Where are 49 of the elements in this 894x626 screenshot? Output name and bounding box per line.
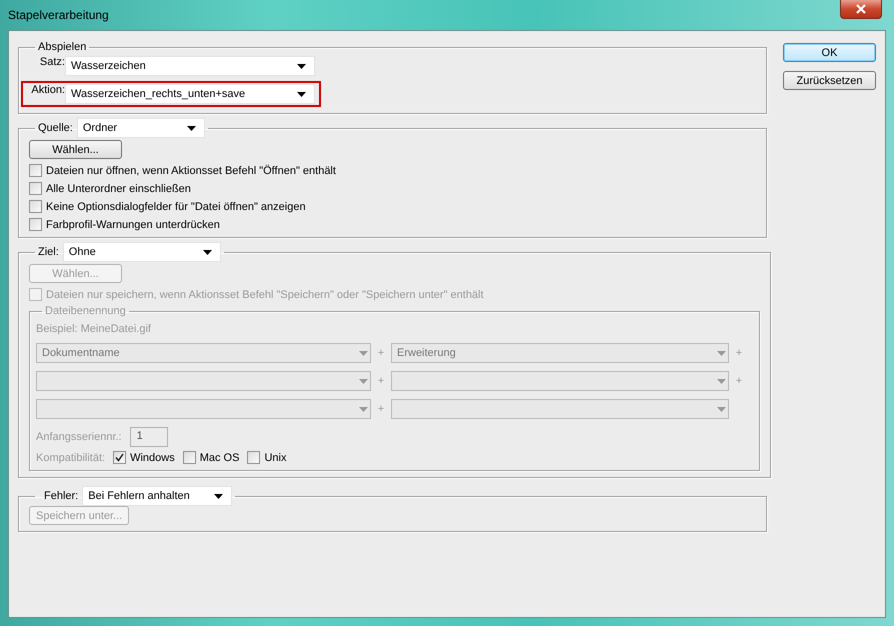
choose-button[interactable]: Wählen... — [29, 140, 122, 159]
field-label: Aktion: — [30, 84, 65, 98]
plus-sign: + — [376, 403, 386, 415]
dropdown[interactable]: Ordner — [76, 118, 205, 138]
caret-icon — [297, 92, 306, 96]
dropdown[interactable]: Bei Fehlern anhalten — [82, 486, 232, 506]
checkbox-label: Alle Unterordner einschließen — [46, 182, 191, 194]
caret-icon — [297, 64, 306, 68]
field-label: Kompatibilität: — [36, 452, 106, 464]
caret-icon — [359, 406, 368, 412]
checkbox-label: Windows — [130, 452, 175, 464]
checkbox-label: Keine Optionsdialogfelder für "Datei öffnen" anzeigen — [46, 200, 306, 212]
field-label: Anfangsseriennr.: — [36, 431, 122, 443]
caret-icon — [202, 250, 212, 254]
dropdown[interactable]: Wasserzeichen — [65, 56, 315, 76]
close-button[interactable] — [840, 0, 882, 19]
checkbox[interactable] — [29, 164, 42, 177]
group-title: Abspielen — [38, 41, 86, 53]
window-title: Stapelverarbeitung — [8, 8, 109, 22]
caret-icon — [717, 406, 726, 412]
dialog-button[interactable]: Zurücksetzen — [783, 71, 876, 90]
checkbox-label: Farbprofil-Warnungen unterdrücken — [46, 218, 220, 230]
plus-sign: + — [734, 347, 744, 359]
plus-sign: + — [734, 375, 744, 387]
caret-icon — [186, 126, 196, 130]
field-label: Quelle: — [38, 122, 73, 134]
checkbox[interactable] — [29, 200, 42, 213]
example-text: Beispiel: MeineDatei.gif — [36, 323, 152, 335]
field-label: Fehler: — [43, 490, 78, 502]
group-title: Dateibenennung — [45, 305, 126, 317]
field-label: Satz: — [38, 56, 65, 70]
caret-icon — [359, 378, 368, 384]
caret-icon — [214, 494, 224, 498]
caret-icon — [359, 350, 368, 356]
checkbox[interactable] — [29, 218, 42, 231]
caret-icon — [717, 350, 726, 356]
checkbox[interactable] — [29, 182, 42, 195]
caret-icon — [717, 378, 726, 384]
checkbox-label: Unix — [264, 452, 286, 464]
close-icon — [855, 4, 867, 14]
checkbox-label: Mac OS — [200, 452, 240, 464]
plus-sign: + — [376, 347, 386, 359]
dropdown[interactable]: Ohne — [62, 242, 221, 262]
checkbox-label: Dateien nur öffnen, wenn Aktionsset Befehl "Öffnen" enthält — [46, 164, 336, 176]
checkbox-label: Dateien nur speichern, wenn Aktionsset Befehl "Speichern" oder "Speichern unter" enthält — [46, 288, 484, 300]
dropdown[interactable]: Wasserzeichen_rechts_unten+save — [65, 84, 315, 104]
dialog-button[interactable]: OK — [783, 43, 876, 62]
field-label: Ziel: — [38, 246, 59, 258]
plus-sign: + — [376, 375, 386, 387]
